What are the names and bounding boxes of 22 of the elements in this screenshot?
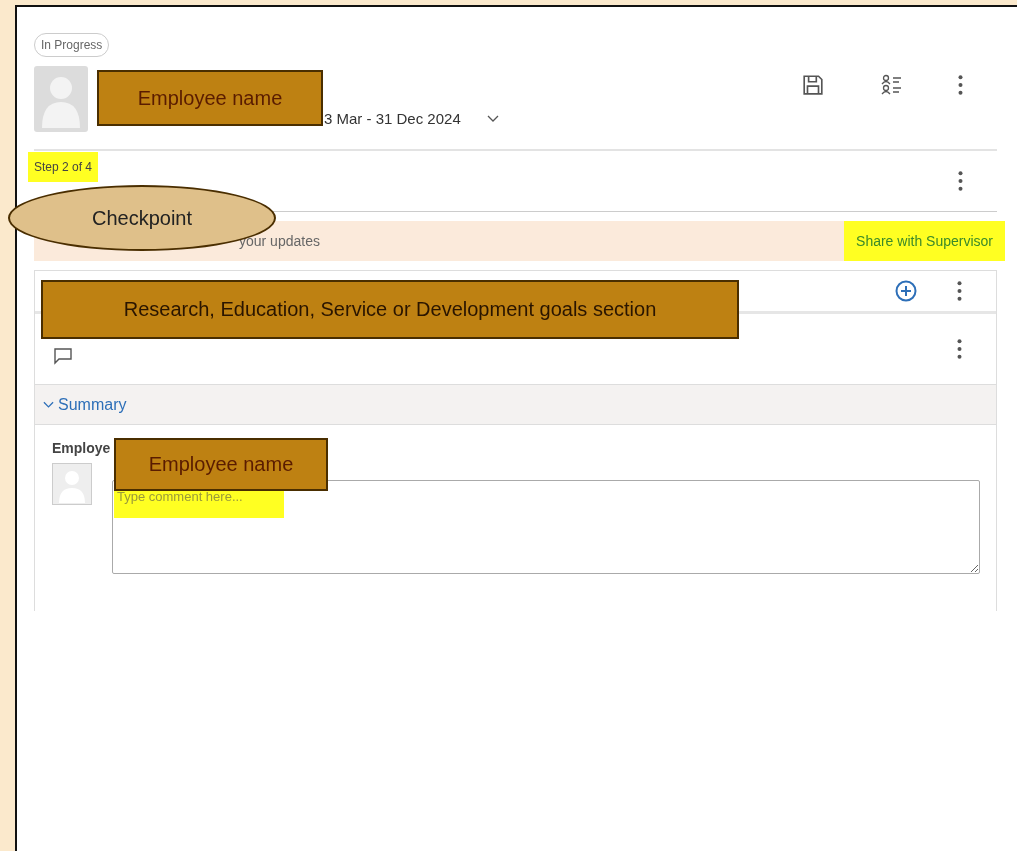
avatar-icon [52, 463, 92, 505]
more-icon[interactable] [958, 171, 963, 191]
add-icon[interactable] [895, 280, 917, 302]
people-list-icon[interactable] [880, 74, 902, 96]
callout-label: Research, Education, Service or Development goals section [41, 280, 739, 339]
more-icon[interactable] [958, 75, 963, 95]
chevron-down-icon [43, 400, 54, 409]
more-icon[interactable] [957, 281, 962, 301]
callout-label: Employee name [114, 438, 328, 491]
step-text: Step 2 of 4 [28, 152, 99, 182]
avatar-icon [34, 66, 88, 132]
author-label: Employe [52, 440, 111, 456]
share-link[interactable]: Share with Supervisor [844, 221, 1005, 261]
chevron-down-icon[interactable] [486, 114, 499, 123]
callout-label: Employee name [97, 70, 323, 126]
comment-icon [53, 347, 73, 365]
save-icon[interactable] [802, 74, 824, 96]
period-text: 3 Mar - 31 Dec 2024 [324, 110, 461, 127]
comment-field[interactable]: Type comment here... [112, 480, 980, 574]
banner-message: your updates [239, 233, 320, 249]
more-icon[interactable] [957, 339, 962, 359]
summary-toggle[interactable]: Summary [35, 385, 996, 425]
